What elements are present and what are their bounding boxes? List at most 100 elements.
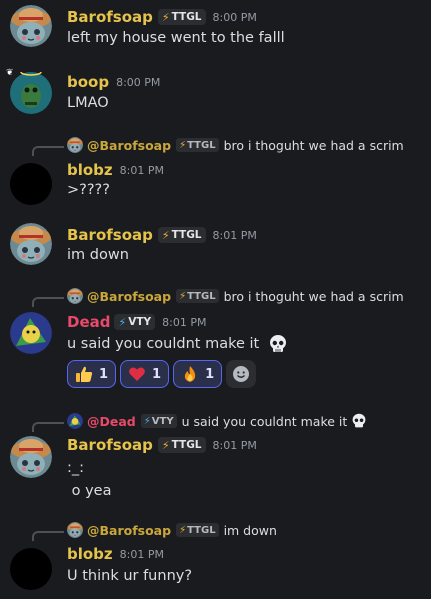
reaction-fire[interactable]: 1 [173, 360, 223, 388]
reply-guild-tag: ⚡ TTGL [176, 138, 219, 152]
message: @Dead ⚡ VTY u said you couldnt make it Ba… [0, 410, 431, 510]
guild-tag[interactable]: ⚡ VTY [114, 314, 156, 330]
mini-avatar [67, 522, 83, 538]
reply-preview[interactable]: @Barofsoap ⚡ TTGL bro i thoguht we had a … [67, 137, 404, 153]
dead-avatar-icon [10, 312, 52, 354]
reply-guild-tag-label: TTGL [187, 290, 216, 302]
reaction-count: 1 [205, 366, 215, 382]
message-text: im down [67, 247, 129, 263]
barofsoap-avatar-icon [10, 5, 52, 47]
timestamp: 8:01 PM [212, 438, 257, 452]
message: @Barofsoap ⚡ TTGL im down blobz 8:01 PM U… [0, 519, 431, 599]
bolt-icon: ⚡ [161, 438, 170, 452]
reply-mention[interactable]: @Barofsoap [87, 289, 171, 304]
avatar[interactable] [10, 312, 52, 354]
mini-avatar [67, 413, 83, 429]
timestamp: 8:01 PM [212, 228, 257, 242]
reply-guild-tag-label: TTGL [187, 139, 216, 151]
reply-guild-tag-label: TTGL [187, 524, 216, 536]
avatar[interactable] [10, 163, 52, 205]
bolt-icon: ⚡ [179, 524, 187, 536]
mini-avatar [67, 288, 83, 304]
fire-icon [184, 366, 196, 382]
reply-connector [32, 297, 64, 307]
bolt-icon: ⚡ [161, 10, 170, 24]
message-text: >???? [67, 182, 110, 198]
mini-avatar [67, 137, 83, 153]
guild-tag-label: VTY [128, 316, 152, 328]
reply-mention[interactable]: @Barofsoap [87, 523, 171, 538]
reactions-bar: 1 1 1 [67, 360, 257, 388]
timestamp: 8:01 PM [119, 163, 164, 177]
reply-mention[interactable]: @Barofsoap [87, 138, 171, 153]
heart-icon [129, 367, 145, 381]
message: @Barofsoap ⚡ TTGL bro i thoguht we had a … [0, 133, 431, 208]
author-name[interactable]: boop [67, 73, 109, 91]
bolt-icon: ⚡ [143, 415, 151, 427]
timestamp: 8:01 PM [119, 547, 164, 561]
guild-tag[interactable]: ⚡ TTGL [157, 227, 206, 243]
message: ❦ boop 8:00 PM LMAO [0, 64, 431, 124]
message-text: :_: [67, 460, 85, 476]
guild-tag[interactable]: ⚡ TTGL [157, 437, 206, 453]
reaction-count: 1 [152, 366, 162, 382]
message-text: left my house went to the falll [67, 30, 285, 46]
bolt-icon: ⚡ [161, 228, 170, 242]
guild-tag-label: TTGL [171, 11, 202, 23]
bolt-icon: ⚡ [179, 290, 187, 302]
reply-preview[interactable]: @Barofsoap ⚡ TTGL im down [67, 522, 277, 538]
reply-preview[interactable]: @Dead ⚡ VTY u said you couldnt make it [67, 413, 367, 429]
add-reaction-button[interactable] [226, 360, 257, 388]
avatar[interactable] [10, 436, 52, 478]
author-name[interactable]: blobz [67, 545, 113, 563]
guild-tag[interactable]: ⚡ TTGL [157, 9, 206, 25]
author-name[interactable]: Barofsoap [67, 8, 153, 26]
reply-text: bro i thoguht we had a scrim [223, 137, 404, 153]
guild-tag-label: TTGL [171, 439, 202, 451]
reply-guild-tag: ⚡ TTGL [176, 523, 219, 537]
timestamp: 8:01 PM [162, 315, 207, 329]
thumbs-up-icon [76, 366, 93, 382]
message-text: LMAO [67, 95, 109, 111]
add-reaction-smiley-icon [233, 366, 250, 382]
reply-preview[interactable]: @Barofsoap ⚡ TTGL bro i thoguht we had a … [67, 288, 404, 304]
timestamp: 8:00 PM [116, 75, 161, 89]
avatar[interactable] [10, 548, 52, 590]
message: Barofsoap ⚡ TTGL 8:00 PM left my house we… [0, 0, 431, 60]
message-text-row: u said you couldnt make it [67, 334, 288, 354]
skull-emoji-icon [269, 335, 286, 352]
reply-connector [32, 422, 64, 432]
author-name[interactable]: Barofsoap [67, 226, 153, 244]
message-text: U think ur funny? [67, 568, 193, 584]
barofsoap-avatar-icon [10, 436, 52, 478]
avatar[interactable] [10, 5, 52, 47]
guild-tag-label: TTGL [171, 229, 202, 241]
reply-connector [32, 146, 64, 156]
avatar[interactable]: ❦ [6, 68, 52, 114]
reply-connector [32, 531, 64, 541]
message-text: o yea [67, 483, 112, 499]
author-name[interactable]: Barofsoap [67, 436, 153, 454]
bolt-icon: ⚡ [179, 139, 187, 151]
reply-text: im down [223, 522, 277, 538]
author-name[interactable]: blobz [67, 161, 113, 179]
message: Barofsoap ⚡ TTGL 8:01 PM im down [0, 218, 431, 278]
skull-emoji-icon [352, 413, 366, 428]
boop-avatar-icon [10, 68, 52, 114]
reply-text: u said you couldnt make it [181, 413, 348, 429]
reply-guild-tag-label: VTY [151, 415, 174, 427]
reply-guild-tag: ⚡ VTY [140, 414, 177, 428]
reaction-thumbs-up[interactable]: 1 [67, 360, 117, 388]
barofsoap-avatar-icon [10, 223, 52, 265]
avatar[interactable] [10, 223, 52, 265]
timestamp: 8:00 PM [212, 10, 257, 24]
reply-mention[interactable]: @Dead [87, 414, 136, 429]
bolt-icon: ⚡ [118, 315, 127, 329]
message-text: u said you couldnt make it [67, 336, 260, 352]
reply-guild-tag: ⚡ TTGL [176, 289, 219, 303]
reaction-count: 1 [99, 366, 109, 382]
wings-icon: ❦ [6, 68, 14, 78]
reaction-heart[interactable]: 1 [120, 360, 170, 388]
author-name[interactable]: Dead [67, 313, 110, 331]
reply-text: bro i thoguht we had a scrim [223, 288, 404, 304]
